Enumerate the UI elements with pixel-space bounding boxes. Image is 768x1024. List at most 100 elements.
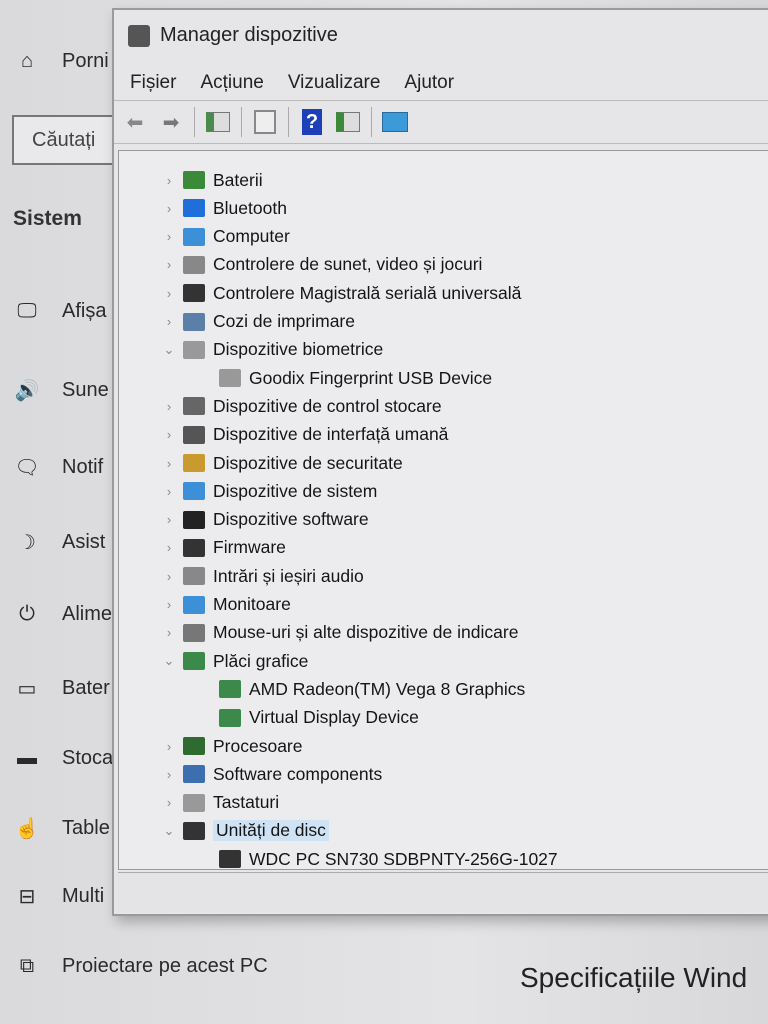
device-category[interactable]: › Cozi de imprimare [163,310,355,334]
chevron-right-icon[interactable]: › [163,229,175,244]
chevron-right-icon[interactable]: › [163,739,175,754]
chevron-right-icon[interactable]: › [163,201,175,216]
chevron-right-icon[interactable]: › [163,569,175,584]
device-category[interactable]: ⌄ Unități de disc [163,819,329,843]
device-category[interactable]: › Controlere de sunet, video și jocuri [163,253,483,277]
chevron-right-icon[interactable]: › [163,540,175,555]
nav-home[interactable]: ⌂ Porni [14,50,109,73]
device-label: Baterii [213,169,263,190]
chevron-right-icon[interactable]: › [163,427,175,442]
device-tree[interactable]: › Baterii › Bluetooth › Computer › Controlere d… [118,150,768,870]
nav-item[interactable]: ⧉ Proiectare pe acest PC [14,955,268,978]
chevron-down-icon[interactable]: ⌄ [163,342,175,358]
device-category[interactable]: › Dispozitive de securitate [163,451,403,475]
device-category[interactable]: › Firmware [163,536,286,560]
device-icon [183,510,205,529]
device-icon [183,821,205,840]
device-icon [219,850,241,869]
device-item[interactable]: Goodix Fingerprint USB Device [219,366,492,390]
divider [241,107,242,137]
chevron-right-icon[interactable]: › [163,456,175,471]
menu-view[interactable]: Vizualizare [288,72,381,94]
chevron-right-icon[interactable]: › [163,767,175,782]
device-category[interactable]: › Controlere Magistrală serială universal… [163,281,522,305]
nav-item-label: Notif [62,456,104,478]
chevron-right-icon[interactable]: › [163,257,175,272]
forward-arrow-icon[interactable]: ➡ [158,109,184,135]
device-icon [183,737,205,755]
chevron-down-icon[interactable]: ⌄ [163,653,175,669]
device-label: Dispozitive de sistem [213,480,378,501]
chevron-right-icon[interactable]: › [163,597,175,612]
device-category[interactable]: › Tastaturi [163,791,279,815]
chevron-right-icon[interactable]: › [163,795,175,810]
device-icon [219,708,241,727]
chevron-right-icon[interactable]: › [163,512,175,527]
show-hide-console-tree-icon[interactable] [205,109,231,135]
toolbar: ⬅ ➡ ? [114,100,768,144]
menu-action[interactable]: Acțiune [200,72,263,94]
chevron-right-icon[interactable]: › [163,173,175,188]
nav-item[interactable]: ▭ Bater [14,676,110,701]
device-category[interactable]: › Software components [163,762,382,786]
nav-item-label: Multi [62,885,105,907]
nav-item[interactable]: 🗨 Notif [14,455,103,480]
nav-item-label: Alime [62,603,113,625]
device-category[interactable]: › Procesoare [163,734,303,758]
chevron-right-icon[interactable]: › [163,484,175,499]
device-category[interactable]: › Baterii [163,168,263,192]
scan-hardware-icon[interactable] [382,109,408,135]
device-icon [183,255,205,274]
device-icon [183,397,205,416]
nav-item-label: Stoca [62,747,114,769]
chevron-right-icon[interactable]: › [163,286,175,301]
device-label: Plăci grafice [213,650,309,671]
device-category[interactable]: › Intrări și ieșiri audio [163,564,364,588]
device-manager-window: Manager dispozitive Fișier Acțiune Vizua… [112,8,768,916]
device-label: Mouse-uri și alte dispozitive de indicar… [213,622,519,643]
device-category[interactable]: › Mouse-uri și alte dispozitive de indica… [163,621,519,645]
device-label: Software components [213,763,383,784]
device-category[interactable]: › Dispozitive de interfață umană [163,423,449,447]
device-category[interactable]: › Dispozitive de sistem [163,479,378,503]
nav-item[interactable]: 🔊 Sune [14,378,109,403]
nav-item[interactable]: ☝ Table [14,816,110,841]
properties-icon[interactable] [252,109,278,135]
device-item[interactable]: WDC PC SN730 SDBPNTY-256G-1027 [219,847,558,871]
device-icon [183,765,205,784]
device-category[interactable]: › Dispozitive software [163,508,369,532]
windows-specs-heading: Specificațiile Wind [520,962,748,993]
tablet-icon: ☝ [14,818,40,840]
device-item[interactable]: Virtual Display Device [219,706,419,730]
device-label: Computer [213,226,290,247]
nav-item[interactable]: ⏻ Alime [14,603,112,626]
menu-file[interactable]: Fișier [130,72,176,94]
nav-item[interactable]: ▬ Stoca [14,747,113,770]
help-icon[interactable]: ? [299,109,325,135]
device-category[interactable]: › Computer [163,225,290,249]
device-label: Monitoare [213,594,291,614]
chevron-down-icon[interactable]: ⌄ [163,823,175,839]
device-category[interactable]: › Bluetooth [163,196,287,220]
action-pane-icon[interactable] [335,109,361,135]
device-label: Dispozitive software [213,509,369,530]
device-label: WDC PC SN730 SDBPNTY-256G-1027 [249,848,558,869]
nav-item[interactable]: ☽ Asist [14,530,105,555]
device-category[interactable]: ⌄ Plăci grafice [163,649,309,673]
nav-item[interactable]: 🖵 Afișa [14,300,106,323]
menu-help[interactable]: Ajutor [404,72,454,94]
device-item[interactable]: AMD Radeon(TM) Vega 8 Graphics [219,677,525,701]
device-label: Goodix Fingerprint USB Device [249,367,493,388]
chevron-right-icon[interactable]: › [163,314,175,329]
moon-icon: ☽ [18,532,36,554]
chevron-right-icon[interactable]: › [163,399,175,414]
device-category[interactable]: ⌄ Dispozitive biometrice [163,338,384,362]
device-icon [183,567,205,586]
divider [288,107,289,137]
divider [371,107,372,137]
device-category[interactable]: › Dispozitive de control stocare [163,394,442,418]
nav-item[interactable]: ⊟ Multi [14,884,105,909]
chevron-right-icon[interactable]: › [163,625,175,640]
device-category[interactable]: › Monitoare [163,593,291,617]
back-arrow-icon[interactable]: ⬅ [122,109,148,135]
